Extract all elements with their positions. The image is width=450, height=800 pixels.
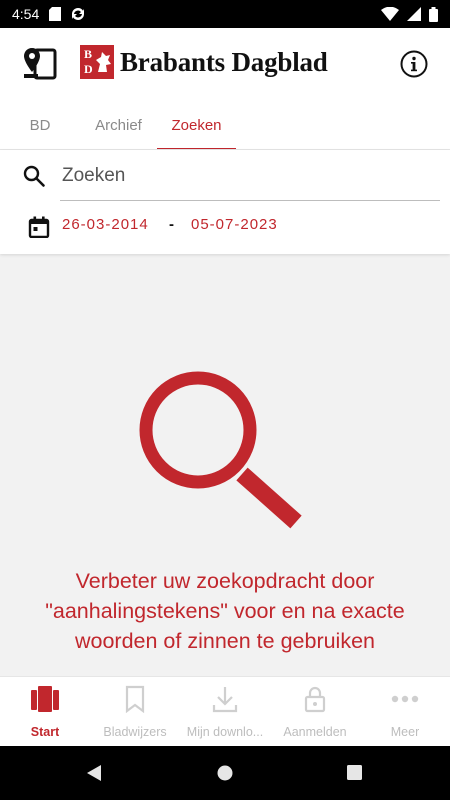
- start-icon: [31, 686, 59, 712]
- date-separator: -: [169, 216, 174, 233]
- tab-archief[interactable]: Archief: [80, 100, 157, 150]
- nav-aanmelden[interactable]: Aanmelden: [270, 677, 360, 747]
- bookmark-icon: [125, 685, 145, 713]
- bottom-nav: Start Bladwijzers Mijn downlo... Aanmeld…: [0, 676, 450, 746]
- back-icon[interactable]: [86, 765, 102, 781]
- info-icon[interactable]: [400, 50, 428, 78]
- download-icon: [212, 687, 238, 713]
- device-location-icon[interactable]: [22, 46, 58, 82]
- tab-label: Archief: [95, 116, 142, 134]
- brand-logo: B D Brabants Dagblad: [80, 45, 328, 79]
- search-input[interactable]: [60, 158, 440, 194]
- nav-label: Bladwijzers: [103, 725, 167, 739]
- logo-letter-b: B: [84, 47, 93, 61]
- brand-name: Brabants Dagblad: [120, 46, 328, 77]
- date-from[interactable]: 26-03-2014: [62, 216, 149, 233]
- logo-lion-icon: [96, 52, 111, 72]
- status-time: 4:54: [12, 6, 40, 22]
- tab-bar: BD Archief Zoeken: [0, 100, 450, 150]
- tab-zoeken[interactable]: Zoeken: [157, 100, 236, 150]
- nav-start[interactable]: Start: [0, 677, 90, 747]
- battery-icon: [429, 6, 438, 22]
- nav-label: Aanmelden: [283, 725, 347, 739]
- app-header: B D Brabants Dagblad: [0, 28, 450, 100]
- status-bar: 4:54: [0, 0, 450, 28]
- more-icon: [391, 695, 419, 703]
- tab-label: BD: [29, 116, 51, 134]
- nav-downloads[interactable]: Mijn downlo...: [180, 677, 270, 747]
- nav-label: Meer: [390, 725, 420, 739]
- lock-icon: [304, 686, 326, 713]
- logo-mark: B D: [80, 45, 114, 79]
- date-to[interactable]: 05-07-2023: [191, 216, 278, 233]
- home-icon[interactable]: [217, 765, 233, 781]
- empty-state-message: Verbeter uw zoekopdracht door "aanhaling…: [45, 569, 405, 653]
- tab-label: Zoeken: [171, 116, 222, 134]
- tab-bd[interactable]: BD: [0, 100, 80, 150]
- nav-meer[interactable]: Meer: [360, 677, 450, 747]
- sd-card-icon: [49, 7, 62, 21]
- nav-label: Start: [30, 725, 60, 739]
- nav-label: Mijn downlo...: [186, 725, 264, 739]
- search-panel: 26-03-2014 - 05-07-2023: [0, 150, 450, 254]
- signal-icon: [407, 7, 421, 21]
- wifi-icon: [381, 7, 399, 21]
- recents-icon[interactable]: [347, 765, 362, 780]
- magnifier-icon: [139, 371, 302, 529]
- logo-letter-d: D: [84, 62, 93, 76]
- calendar-icon[interactable]: [28, 216, 50, 238]
- sync-icon: [72, 8, 85, 20]
- nav-bladwijzers[interactable]: Bladwijzers: [90, 677, 180, 747]
- search-underline: [60, 200, 440, 201]
- search-icon: [23, 165, 45, 187]
- system-nav-bar: [0, 746, 450, 800]
